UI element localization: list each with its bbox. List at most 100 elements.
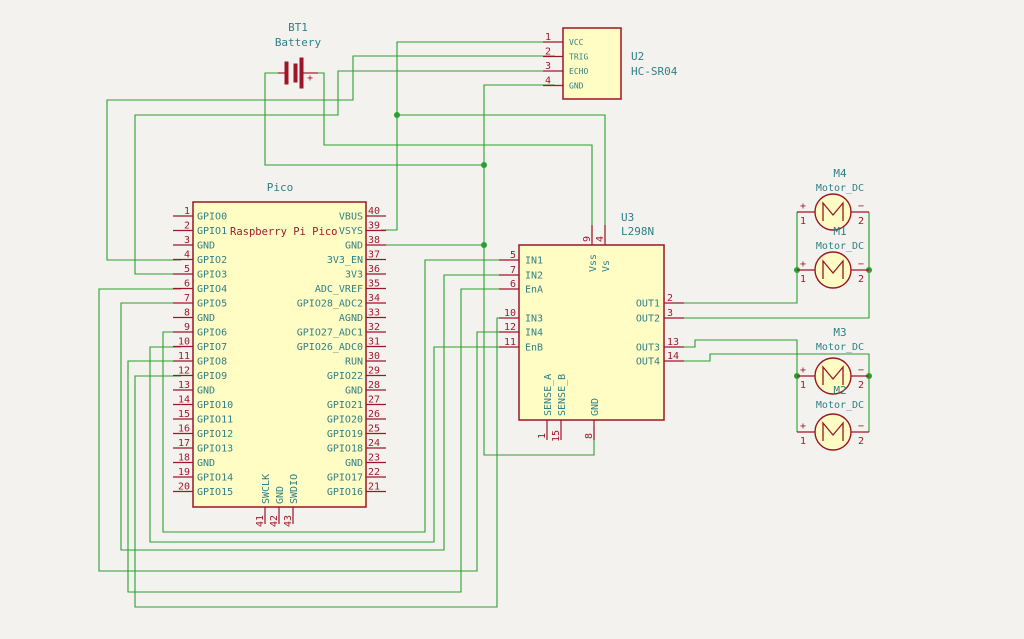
pico-pin-name: GPIO6: [197, 328, 227, 339]
driver-value: L298N: [621, 225, 654, 238]
driver-pin-number: 11: [504, 337, 516, 348]
motor-pin-number: 1: [800, 436, 806, 447]
motor-ref: M3: [833, 326, 846, 339]
motor-plus-sign: +: [800, 421, 806, 432]
pico-pin-number: 23: [368, 453, 380, 464]
driver-pin-name: SENSE_A: [543, 374, 554, 416]
wire-out1-m4m1: [681, 212, 798, 304]
pico-pin-name: GPIO21: [327, 400, 363, 411]
pico-pin-number: 4: [184, 250, 190, 261]
pico-pin-number: 15: [178, 409, 190, 420]
driver-pin-name: OUT2: [636, 314, 660, 325]
driver-pin-number: 9: [582, 236, 593, 242]
battery-value: Battery: [275, 36, 322, 49]
pico-pin-name: SWDIO: [289, 474, 300, 504]
pico-pin-name: GPIO22: [327, 371, 363, 382]
motor-pin-number: 2: [858, 380, 864, 391]
pico-pin-name: GPIO10: [197, 400, 233, 411]
pico-pin-name: GPIO14: [197, 473, 233, 484]
l298n-driver[interactable]: U3 L298N 5 IN1 7 IN2 6 EnA 10 IN3 12 IN4 11 EnB 2 OUT…: [499, 211, 684, 442]
pico-pin-number: 1: [184, 206, 190, 217]
pico-pin-number: 3: [184, 235, 190, 246]
battery-cell: [284, 61, 289, 85]
sensor-pin-name: GND: [569, 82, 584, 91]
pico-pin-name: GPIO1: [197, 226, 227, 237]
motor-m1[interactable]: M1 Motor_DC + − 1 2: [797, 225, 869, 289]
pico-pin-name: GPIO4: [197, 284, 227, 295]
pico-pin-number: 8: [184, 308, 190, 319]
wire-battery-minus: [264, 72, 484, 166]
motor-pin-number: 1: [800, 380, 806, 391]
pico-pin-number: 2: [184, 221, 190, 232]
sensor-pin-name: VCC: [569, 38, 584, 47]
pico-pin-name: GPIO8: [197, 357, 227, 368]
pico-pin-name: SWCLK: [261, 474, 272, 504]
pico-pin-name: GPIO16: [327, 487, 363, 498]
pico-pin-number: 7: [184, 293, 190, 304]
driver-pin-name: OUT3: [636, 343, 660, 354]
pico-pin-number: 13: [178, 380, 190, 391]
pico-pin-name: GND: [275, 486, 286, 504]
driver-pin-number: 15: [551, 430, 562, 442]
driver-pin-number: 12: [504, 322, 516, 333]
pico-pin-number: 41: [255, 515, 266, 527]
pico-pin-name: GND: [345, 458, 363, 469]
pico-pin-number: 16: [178, 424, 190, 435]
driver-pin-number: 6: [510, 279, 516, 290]
pico-body: [192, 201, 367, 508]
motor-pin-number: 2: [858, 216, 864, 227]
schematic-canvas: BT1 Battery + U2 HC-SR04 1 VCC 2 TRIG 3 ECHO 4…: [98, 21, 872, 608]
pico-pin-name: RUN: [345, 357, 363, 368]
driver-pin-name: IN3: [525, 314, 543, 325]
pico-pin-number: 38: [368, 235, 380, 246]
motor-minus-sign: −: [858, 421, 864, 432]
pico-pin-number: 6: [184, 279, 190, 290]
hcsr04-sensor[interactable]: U2 HC-SR04 1 VCC 2 TRIG 3 ECHO 4 GND: [543, 27, 678, 100]
pico-pin-number: 29: [368, 366, 380, 377]
junction: [481, 162, 487, 168]
battery-plus-sign: +: [307, 73, 313, 84]
driver-pin-name: IN1: [525, 256, 543, 267]
motors: M4 Motor_DC + − 1 2 M1 Motor_DC + − 1 2 M3 Motor_DC + −…: [797, 167, 869, 451]
pico-pin-name: VBUS: [339, 212, 363, 223]
motor-plus-sign: +: [800, 259, 806, 270]
pico-pin-number: 35: [368, 279, 380, 290]
pico-ref: Pico: [267, 181, 294, 194]
driver-pin-name: GND: [590, 398, 601, 416]
pico-pin-name: GPIO7: [197, 342, 227, 353]
driver-pin-number: 13: [667, 337, 679, 348]
driver-pin-number: 5: [510, 250, 516, 261]
pico-pin-name: GPIO0: [197, 212, 227, 223]
pico-pin-number: 5: [184, 264, 190, 275]
pico-pin-number: 33: [368, 308, 380, 319]
motor-minus-sign: −: [858, 365, 864, 376]
pico-pin-number: 9: [184, 322, 190, 333]
motor-m4[interactable]: M4 Motor_DC + − 1 2: [797, 167, 869, 231]
pico-pin-name: GND: [345, 241, 363, 252]
pico-pin-name: GPIO18: [327, 444, 363, 455]
sensor-pin-name: TRIG: [569, 53, 588, 62]
pico-title: Raspberry Pi Pico: [230, 226, 337, 238]
battery-bt1[interactable]: BT1 Battery +: [275, 21, 322, 89]
motor-ref: M1: [833, 225, 846, 238]
driver-pin-number: 3: [667, 308, 673, 319]
driver-pin-number: 14: [667, 351, 679, 362]
driver-ref: U3: [621, 211, 634, 224]
driver-pin-number: 4: [595, 236, 606, 242]
motor-m2[interactable]: M2 Motor_DC + − 1 2: [797, 384, 869, 451]
pico-pin-name: AGND: [339, 313, 363, 324]
motor-value: Motor_DC: [816, 183, 864, 194]
pico-pin-name: GPIO28_ADC2: [297, 299, 363, 310]
pico-pin-name: GPIO5: [197, 299, 227, 310]
motor-pin-number: 2: [858, 436, 864, 447]
sensor-ref: U2: [631, 50, 644, 63]
motor-pin-number: 1: [800, 274, 806, 285]
battery-cell: [299, 57, 304, 89]
pico-pin-number: 40: [368, 206, 380, 217]
motor-ref: M2: [833, 384, 846, 397]
driver-pin-number: 8: [584, 433, 595, 439]
motor-pin-number: 2: [858, 274, 864, 285]
raspberry-pi-pico[interactable]: Pico Raspberry Pi Pico 1 GPIO0 2 GPIO1 3 GND 4…: [173, 181, 386, 527]
driver-pin-name: IN2: [525, 271, 543, 282]
battery-ref: BT1: [288, 21, 308, 34]
